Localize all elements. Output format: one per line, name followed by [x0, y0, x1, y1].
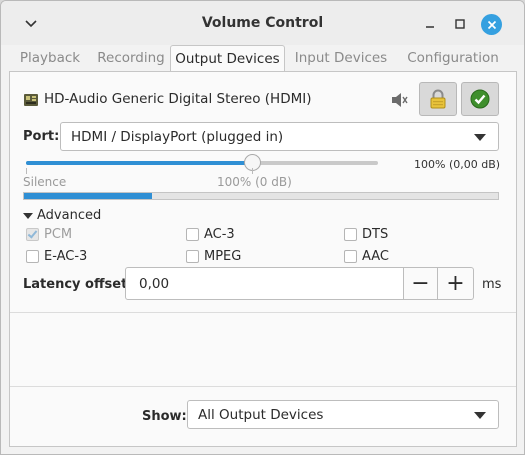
volume-readout: 100% (0,00 dB)	[414, 158, 501, 171]
format-checkbox-ac3[interactable]: AC-3	[186, 227, 235, 242]
format-checkbox-dts[interactable]: DTS	[344, 227, 388, 242]
speaker-mute-icon[interactable]	[388, 89, 410, 111]
tab-input-devices[interactable]: Input Devices	[287, 45, 395, 72]
format-checkbox-pcm[interactable]: PCM	[26, 227, 72, 242]
checkbox-box	[186, 228, 199, 241]
latency-increment-button[interactable]: +	[438, 267, 474, 300]
tab-recording[interactable]: Recording	[91, 45, 171, 72]
device-name: HD-Audio Generic Digital Stereo (HDMI)	[44, 91, 312, 107]
peak-level-fill	[24, 193, 152, 199]
port-dropdown[interactable]: HDMI / DisplayPort (plugged in)	[60, 122, 499, 151]
format-checkbox-mpeg[interactable]: MPEG	[186, 249, 241, 264]
checkbox-box	[186, 250, 199, 263]
dropdown-arrow-icon	[474, 412, 486, 419]
title-bar: Volume Control	[1, 1, 524, 45]
scale-tick-silence	[26, 168, 27, 174]
latency-unit: ms	[482, 277, 502, 292]
check-circle-icon	[470, 89, 490, 109]
minimize-button[interactable]	[419, 13, 441, 35]
hdmi-card-icon	[24, 94, 38, 106]
format-checkbox-eac3[interactable]: E-AC-3	[26, 249, 87, 264]
maximize-icon	[455, 19, 465, 29]
format-label: AAC	[362, 249, 389, 264]
checkbox-box	[26, 250, 39, 263]
latency-offset-input[interactable]: 0,00	[125, 267, 404, 300]
format-label: E-AC-3	[44, 249, 88, 264]
show-filter-value: All Output Devices	[198, 407, 324, 423]
minimize-icon	[426, 26, 434, 28]
lock-channels-button[interactable]	[419, 82, 457, 116]
close-button[interactable]	[481, 14, 502, 35]
checkmark-icon	[27, 228, 38, 239]
advanced-label: Advanced	[37, 208, 102, 223]
latency-offset-value: 0,00	[139, 276, 170, 292]
format-label: AC-3	[204, 227, 235, 242]
show-label: Show:	[142, 409, 187, 424]
volume-slider-fill	[26, 161, 252, 165]
close-icon	[487, 20, 496, 29]
advanced-expander[interactable]: Advanced	[23, 208, 101, 223]
show-filter-dropdown[interactable]: All Output Devices	[187, 400, 499, 429]
dropdown-arrow-icon	[474, 134, 486, 141]
format-label: MPEG	[204, 249, 242, 264]
set-default-button[interactable]	[461, 82, 499, 116]
window-title: Volume Control	[201, 15, 324, 31]
latency-offset-label: Latency offset:	[23, 277, 133, 292]
scale-label-100: 100% (0 dB)	[217, 175, 292, 189]
checkbox-box	[344, 228, 357, 241]
port-value: HDMI / DisplayPort (plugged in)	[71, 129, 284, 145]
output-devices-panel: HD-Audio Generic Digital Stereo (HDMI) P…	[9, 72, 517, 447]
volume-slider[interactable]	[26, 154, 378, 171]
scale-label-silence: Silence	[23, 175, 67, 189]
footer-separator	[10, 386, 516, 387]
tab-configuration[interactable]: Configuration	[394, 45, 512, 72]
port-label: Port:	[23, 129, 60, 144]
expander-triangle-icon	[23, 212, 33, 219]
latency-decrement-button[interactable]: −	[403, 267, 438, 300]
tab-bar: Playback Recording Output Devices Input …	[9, 45, 517, 72]
checkbox-box	[344, 250, 357, 263]
peak-level-meter	[23, 192, 499, 200]
scale-tick-100	[252, 168, 253, 174]
format-checkbox-aac[interactable]: AAC	[344, 249, 389, 264]
device-separator	[10, 312, 516, 313]
tab-playback[interactable]: Playback	[9, 45, 91, 72]
padlock-icon	[430, 89, 446, 109]
tab-output-devices[interactable]: Output Devices	[170, 45, 285, 72]
volume-control-window: Volume Control Playback Recording Output…	[0, 0, 525, 455]
format-label: PCM	[44, 227, 73, 242]
maximize-button[interactable]	[449, 13, 471, 35]
format-label: DTS	[362, 227, 389, 242]
checkbox-box	[26, 228, 39, 241]
